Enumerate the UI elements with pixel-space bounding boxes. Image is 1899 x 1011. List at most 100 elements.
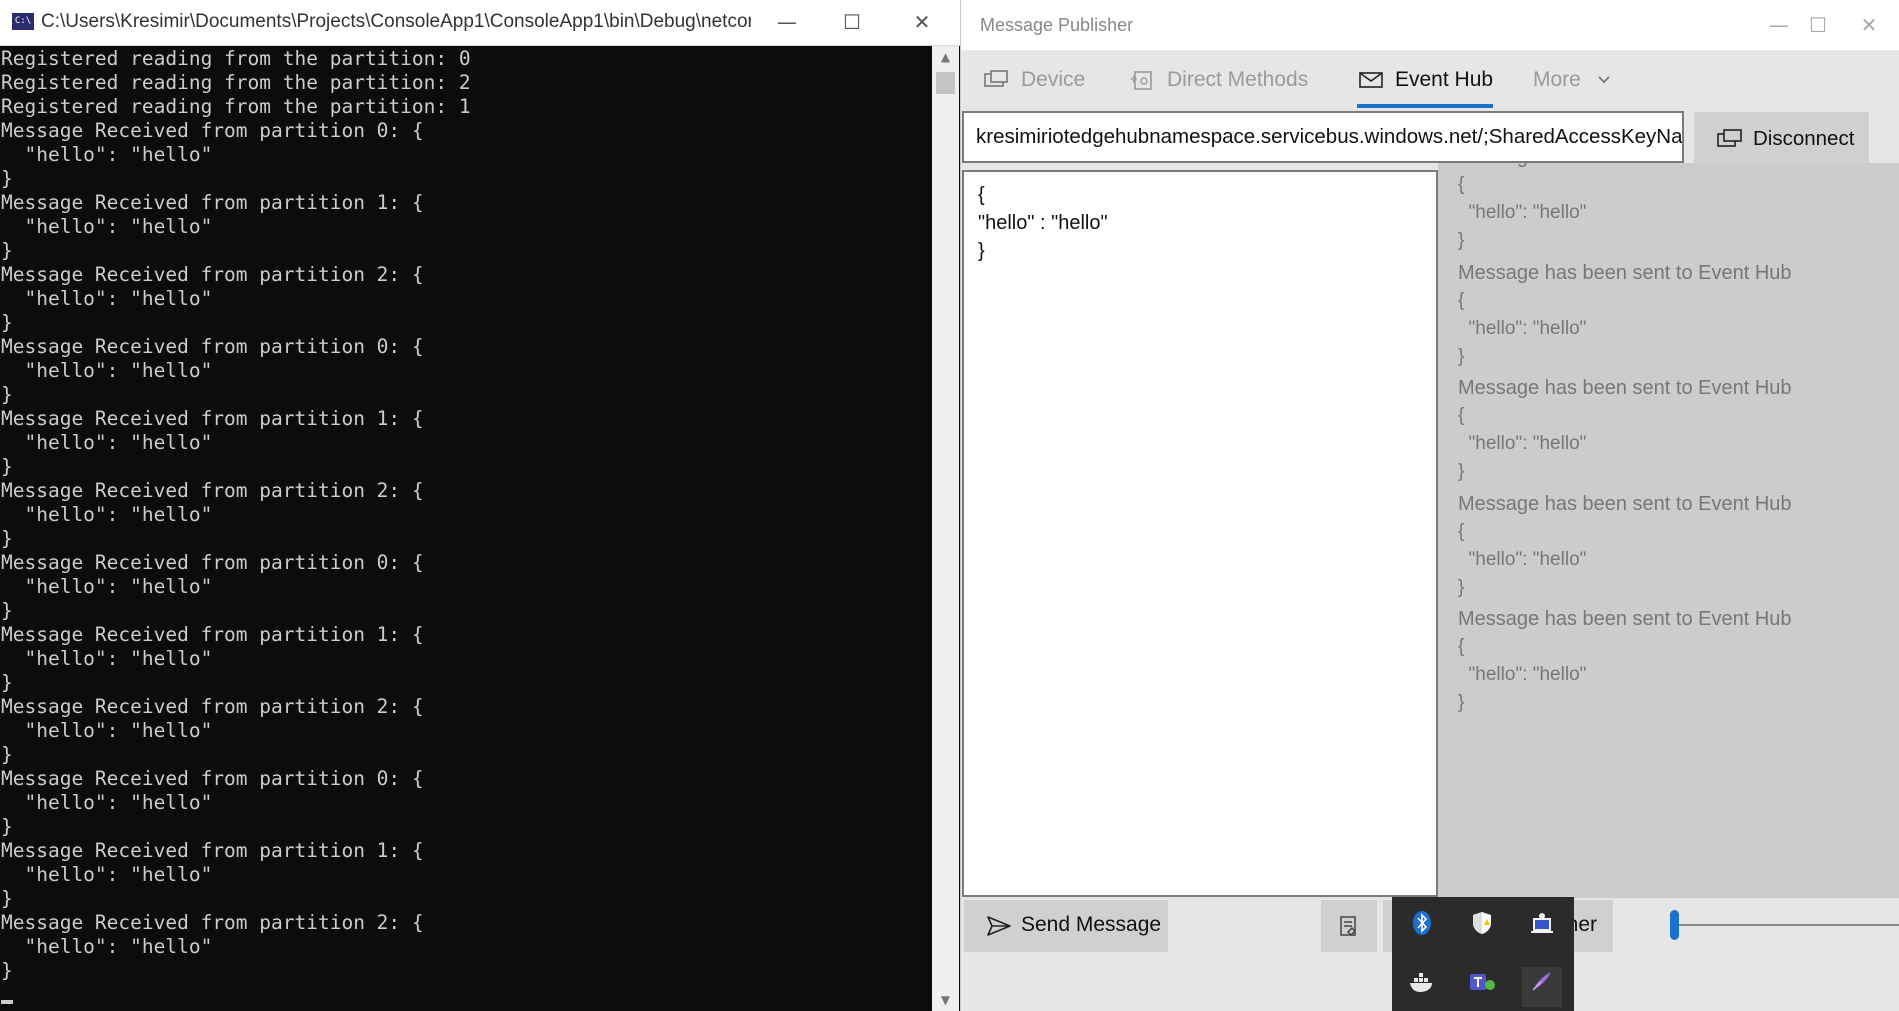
log-entry-heading: Message has been sent to Event Hub bbox=[1458, 608, 1792, 630]
console-line: } bbox=[1, 311, 13, 334]
publisher-window-title: Message Publisher bbox=[980, 15, 1134, 35]
console-line: Message Received from partition 1: { bbox=[1, 191, 424, 214]
console-line: } bbox=[1, 743, 13, 766]
console-line: "hello": "hello" bbox=[1, 503, 213, 526]
log-entry-body: { "hello": "hello" } bbox=[1458, 636, 1587, 713]
console-line: "hello": "hello" bbox=[1, 791, 213, 814]
disconnect-button[interactable]: Disconnect bbox=[1694, 112, 1869, 165]
log-entry-body: { "hello": "hello" } bbox=[1458, 289, 1587, 367]
log-entry: Message has been sent to Event Hub { "hel… bbox=[1458, 490, 1898, 602]
console-line: Message Received from partition 0: { bbox=[1, 551, 424, 574]
console-line: Message Received from partition 2: { bbox=[1, 479, 424, 502]
network-share-icon[interactable] bbox=[1522, 909, 1562, 949]
console-line: Message Received from partition 1: { bbox=[1, 623, 424, 646]
tab-device[interactable]: Device bbox=[983, 64, 1085, 96]
console-line: "hello": "hello" bbox=[1, 287, 213, 310]
console-line: "hello": "hello" bbox=[1, 719, 213, 742]
console-titlebar[interactable]: C:\ C:\Users\Kresimir\Documents\Projects… bbox=[0, 0, 960, 46]
console-line: "hello": "hello" bbox=[1, 647, 213, 670]
console-line: } bbox=[1, 815, 13, 838]
clear-icon bbox=[1340, 916, 1357, 937]
tab-event-hub-label: Event Hub bbox=[1395, 68, 1494, 91]
console-line: Message Received from partition 0: { bbox=[1, 335, 424, 358]
publisher-nav-tabs: Device Direct Methods Event Hub More bbox=[961, 50, 1899, 108]
console-line: } bbox=[1, 599, 13, 622]
tab-direct-methods-label: Direct Methods bbox=[1167, 68, 1309, 91]
console-line: Registered reading from the partition: 1 bbox=[1, 95, 471, 118]
log-entry-heading: Message has been sent to Event Hub bbox=[1458, 492, 1792, 515]
slider-track bbox=[1670, 924, 1899, 926]
message-publisher-window: Message Publisher — ☐ ✕ Device Direct Me… bbox=[960, 0, 1899, 1011]
tab-event-hub[interactable]: Event Hub bbox=[1357, 64, 1494, 108]
tab-device-label: Device bbox=[1021, 68, 1086, 91]
publisher-close-button[interactable]: ✕ bbox=[1834, 3, 1899, 48]
console-minimize-button[interactable]: — bbox=[752, 0, 822, 45]
pen-icon[interactable] bbox=[1522, 967, 1562, 1007]
log-entry: Message has been sent to Event Hub { "hel… bbox=[1458, 163, 1898, 255]
console-line: "hello": "hello" bbox=[1, 575, 213, 598]
send-message-label: Send Message bbox=[1021, 913, 1162, 936]
send-icon bbox=[987, 916, 1011, 936]
event-hub-icon bbox=[1359, 72, 1383, 89]
console-line: "hello": "hello" bbox=[1, 431, 213, 454]
log-entry: Message has been sent to Event Hub { "hel… bbox=[1458, 374, 1898, 486]
log-entry-body: { "hello": "hello" } bbox=[1458, 174, 1587, 251]
console-cursor bbox=[1, 1000, 13, 1004]
console-output: Registered reading from the partition: 0… bbox=[1, 47, 931, 1007]
console-app-icon: C:\ bbox=[12, 13, 34, 30]
console-line: } bbox=[1, 383, 13, 406]
tab-more-label: More bbox=[1533, 68, 1581, 91]
log-entry-body: { "hello": "hello" } bbox=[1458, 405, 1587, 482]
slider[interactable] bbox=[1670, 910, 1899, 940]
scrollbar-thumb[interactable] bbox=[936, 72, 955, 94]
active-tab-indicator bbox=[1357, 104, 1494, 108]
direct-methods-icon bbox=[1131, 71, 1152, 91]
console-line: Message Received from partition 2: { bbox=[1, 911, 424, 934]
message-editor[interactable]: { "hello" : "hello" } bbox=[962, 170, 1438, 897]
log-entry: Message has been sent to Event Hub { "hel… bbox=[1458, 259, 1898, 371]
disconnect-icon bbox=[1717, 129, 1742, 147]
console-close-button[interactable]: ✕ bbox=[887, 0, 957, 45]
log-entry-heading: Message has been sent to Event Hub bbox=[1458, 163, 1898, 171]
log-entry: Message has been sent to Event Hub { "hel… bbox=[1458, 605, 1898, 717]
connection-string-input[interactable]: kresimiriotedgehubnamespace.servicebus.w… bbox=[962, 111, 1684, 163]
log-entry-heading: Message has been sent to Event Hub bbox=[1458, 377, 1792, 399]
sent-messages-log: Message has been sent to Event Hub { "hel… bbox=[1438, 163, 1899, 898]
tab-more[interactable]: More bbox=[1533, 64, 1611, 96]
disconnect-label: Disconnect bbox=[1753, 127, 1855, 150]
tab-direct-methods[interactable]: Direct Methods bbox=[1129, 64, 1308, 96]
chevron-down-icon bbox=[1598, 76, 1610, 84]
console-line: "hello": "hello" bbox=[1, 215, 213, 238]
slider-thumb[interactable] bbox=[1670, 910, 1679, 940]
scroll-up-arrow-icon[interactable]: ▲ bbox=[932, 46, 959, 68]
log-entry-heading: Message has been sent to Event Hub bbox=[1458, 261, 1792, 284]
bluetooth-icon[interactable] bbox=[1402, 909, 1442, 949]
log-entry-body: { "hello": "hello" } bbox=[1458, 520, 1587, 598]
clear-log-button[interactable] bbox=[1321, 900, 1377, 952]
console-line: "hello": "hello" bbox=[1, 143, 213, 166]
console-line: } bbox=[1, 527, 13, 550]
console-line: Message Received from partition 1: { bbox=[1, 407, 424, 430]
publisher-titlebar[interactable]: Message Publisher — ☐ ✕ bbox=[961, 0, 1899, 50]
console-line: "hello": "hello" bbox=[1, 359, 213, 382]
console-scrollbar[interactable]: ▲ ▼ bbox=[932, 46, 959, 1011]
console-line: } bbox=[1, 959, 13, 982]
console-line: } bbox=[1, 239, 13, 262]
security-shield-icon[interactable] bbox=[1462, 909, 1502, 949]
console-window: C:\ C:\Users\Kresimir\Documents\Projects… bbox=[0, 0, 960, 1011]
scroll-down-arrow-icon[interactable]: ▼ bbox=[932, 989, 959, 1011]
system-tray-overflow bbox=[1392, 897, 1574, 1011]
console-line: "hello": "hello" bbox=[1, 863, 213, 886]
send-message-button[interactable]: Send Message bbox=[964, 900, 1168, 952]
console-line: Message Received from partition 1: { bbox=[1, 839, 424, 862]
teams-icon[interactable] bbox=[1462, 967, 1502, 1007]
console-line: Message Received from partition 2: { bbox=[1, 695, 424, 718]
console-line: } bbox=[1, 887, 13, 910]
console-line: Message Received from partition 0: { bbox=[1, 767, 424, 790]
console-line: "hello": "hello" bbox=[1, 935, 213, 958]
console-line: Registered reading from the partition: 0 bbox=[1, 47, 471, 70]
console-maximize-button[interactable]: ☐ bbox=[817, 0, 887, 45]
console-line: } bbox=[1, 455, 13, 478]
console-line: Message Received from partition 0: { bbox=[1, 119, 424, 142]
docker-icon[interactable] bbox=[1402, 967, 1442, 1007]
